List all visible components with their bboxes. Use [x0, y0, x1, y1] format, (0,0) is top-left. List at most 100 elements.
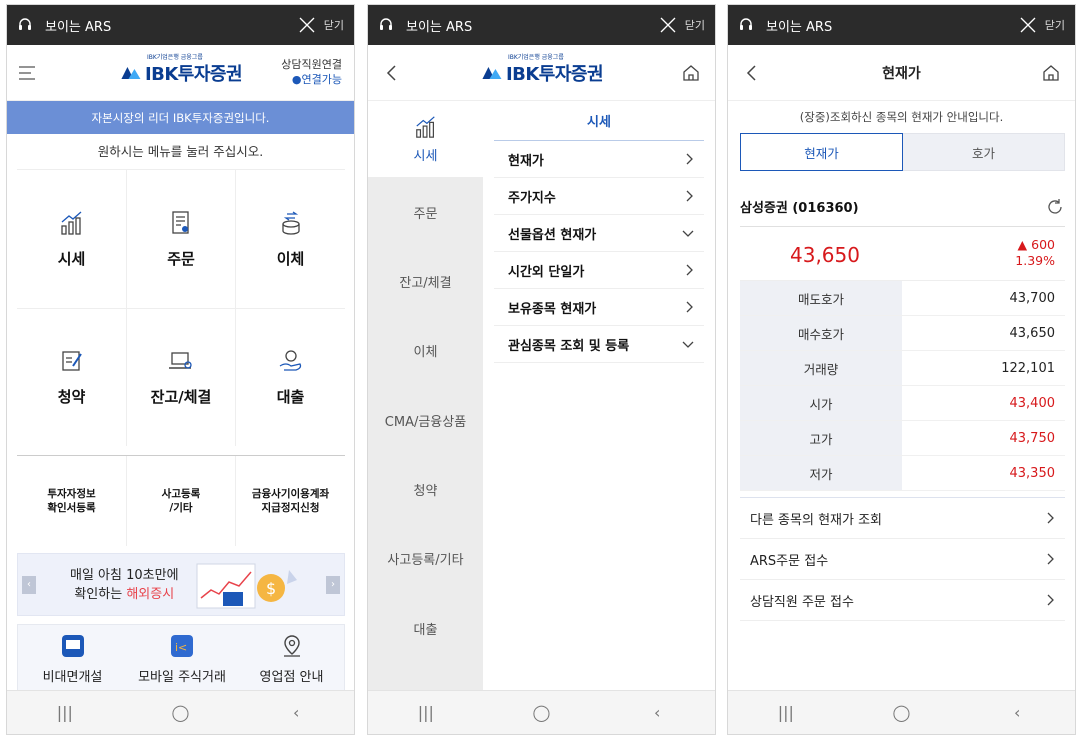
- back-nav-icon[interactable]: ‹: [266, 703, 326, 722]
- menu-order[interactable]: 주문: [127, 170, 236, 308]
- quote-value: 43,700: [1009, 290, 1056, 306]
- submenu-item[interactable]: 관심종목 조회 및 등록: [494, 326, 704, 363]
- menu-transfer[interactable]: 이체: [236, 170, 345, 308]
- submenu-item[interactable]: 현재가: [494, 141, 704, 178]
- submenu-item-label: 보유종목 현재가: [508, 301, 597, 317]
- consult-connect[interactable]: 상담직원연결 ●연결가능: [281, 57, 342, 87]
- submenu-item[interactable]: 선물옵션 현재가: [494, 215, 704, 252]
- shortcut-mobile-trading[interactable]: i< 모바일 주식거래: [127, 625, 237, 693]
- promo-prev-button[interactable]: ‹: [22, 576, 36, 594]
- menu-quote[interactable]: 시세: [17, 170, 127, 308]
- menu-accident-report[interactable]: 사고등록 /기타: [127, 456, 236, 546]
- quote-label: 거래량: [740, 351, 902, 385]
- sidebar-item-transfer[interactable]: 이체: [368, 315, 483, 385]
- quote-value: 122,101: [1001, 360, 1055, 376]
- shortcut-branch-guide[interactable]: 영업점 안내: [237, 625, 346, 693]
- home-button-icon[interactable]: ◯: [871, 703, 931, 722]
- menu-label: 대출: [276, 388, 305, 406]
- phone-screen-main-menu: 보이는 ARS 닫기 IBK기업은행 금융그룹 IBK투자증권 상담직원연결 ●…: [6, 4, 355, 735]
- sidebar-item-cma[interactable]: CMA/금융상품: [368, 385, 483, 455]
- ibk-logo: IBK기업은행 금융그룹 IBK투자증권: [119, 54, 243, 86]
- recent-apps-icon[interactable]: |||: [35, 703, 95, 722]
- home-icon[interactable]: [1041, 63, 1061, 83]
- system-navbar: ||| ◯ ‹: [728, 690, 1075, 734]
- close-button[interactable]: 닫기: [1045, 17, 1065, 33]
- coins-transfer-icon: [281, 210, 300, 235]
- link-agent-order[interactable]: 상담직원 주문 접수: [740, 580, 1065, 621]
- chevron-right-icon: [686, 153, 693, 165]
- submenu-item-label: 시간외 단일가: [508, 264, 585, 280]
- sidebar-item-order[interactable]: 주문: [368, 177, 483, 247]
- quote-row: 매수호가 43,650: [740, 316, 1065, 351]
- home-icon[interactable]: [681, 63, 701, 83]
- menu-balance[interactable]: 잔고/체결: [127, 309, 236, 446]
- shortcut-open-account[interactable]: 비대면개설: [18, 625, 127, 693]
- logo-name: IBK투자증권: [144, 63, 243, 85]
- close-icon[interactable]: [1019, 16, 1037, 34]
- system-navbar: ||| ◯ ‹: [368, 690, 715, 734]
- page-title: 현재가: [882, 65, 921, 82]
- menu-investor-info[interactable]: 투자자정보 확인서등록: [17, 456, 127, 546]
- link-label: ARS주문 접수: [750, 553, 829, 569]
- back-arrow-icon[interactable]: [384, 64, 398, 82]
- back-nav-icon[interactable]: ‹: [627, 703, 687, 722]
- hand-coin-icon: [279, 350, 301, 371]
- shortcut-label: 영업점 안내: [259, 669, 324, 685]
- consult-title: 상담직원연결: [281, 58, 342, 71]
- status-dot-icon: ●: [291, 73, 302, 86]
- ars-title: 보이는 ARS: [406, 19, 473, 35]
- chevron-right-icon: [686, 301, 693, 313]
- menu-loan[interactable]: 대출: [236, 309, 345, 446]
- close-icon[interactable]: [659, 16, 677, 34]
- submenu-item[interactable]: 보유종목 현재가: [494, 289, 704, 326]
- submenu-item-label: 관심종목 조회 및 등록: [508, 338, 630, 354]
- svg-text:$: $: [266, 579, 276, 598]
- promo-next-button[interactable]: ›: [326, 576, 340, 594]
- chevron-right-icon: [686, 264, 693, 276]
- menu-subscription[interactable]: 청약: [17, 309, 127, 446]
- submenu-item[interactable]: 주가지수: [494, 178, 704, 215]
- home-button-icon[interactable]: ◯: [511, 703, 571, 722]
- app-header: IBK기업은행 금융그룹 IBK투자증권 상담직원연결 ●연결가능: [7, 45, 354, 101]
- quote-row: 고가 43,750: [740, 421, 1065, 456]
- logo-subtitle: IBK기업은행 금융그룹: [146, 53, 203, 61]
- menu-label: 청약: [57, 388, 86, 406]
- sidebar-item-balance[interactable]: 잔고/체결: [368, 246, 483, 316]
- sidebar-item-subscription[interactable]: 청약: [368, 454, 483, 524]
- hamburger-menu-icon[interactable]: [19, 65, 35, 80]
- sidebar-item-loan[interactable]: 대출: [368, 593, 483, 663]
- link-other-stock[interactable]: 다른 종목의 현재가 조회: [740, 498, 1065, 539]
- ibk-logo-mark: [120, 66, 140, 79]
- sidebar-item-quote[interactable]: 시세: [368, 101, 483, 177]
- submenu-item[interactable]: 시간외 단일가: [494, 252, 704, 289]
- close-button[interactable]: 닫기: [324, 17, 344, 33]
- quote-label: 매도호가: [740, 281, 902, 315]
- promo-highlight: 해외증시: [126, 587, 175, 602]
- refresh-icon[interactable]: [1045, 197, 1065, 217]
- quote-value: 43,400: [1009, 395, 1056, 411]
- quote-value: 43,650: [1009, 325, 1056, 341]
- quote-row: 거래량 122,101: [740, 351, 1065, 386]
- phone-screen-current-price: 보이는 ARS 닫기 현재가 (장중)조회하신 종목의 현재가 안내입니다. 현…: [727, 4, 1076, 735]
- bottom-shortcuts: 비대면개설 i< 모바일 주식거래 영업점 안내: [17, 624, 345, 692]
- tab-order-book[interactable]: 호가: [903, 133, 1065, 171]
- consult-status: 연결가능: [301, 73, 342, 86]
- banner: 자본시장의 리더 IBK투자증권입니다.: [7, 101, 354, 134]
- link-ars-order[interactable]: ARS주문 접수: [740, 539, 1065, 580]
- promo-banner[interactable]: ‹ 매일 아침 10초만에 확인하는 해외증시 $ ›: [17, 553, 345, 616]
- back-nav-icon[interactable]: ‹: [987, 703, 1047, 722]
- menu-label: 주문: [167, 249, 195, 268]
- recent-apps-icon[interactable]: |||: [756, 703, 816, 722]
- location-pin-icon: [283, 634, 300, 657]
- sidebar-item-accident[interactable]: 사고등록/기타: [368, 523, 483, 593]
- tab-current-price[interactable]: 현재가: [740, 133, 903, 171]
- menu-fraud-stop[interactable]: 금융사기이용계좌 지급정지신청: [236, 456, 345, 546]
- close-icon[interactable]: [298, 16, 316, 34]
- home-button-icon[interactable]: ◯: [150, 703, 210, 722]
- close-button[interactable]: 닫기: [685, 17, 705, 33]
- promo-line2-prefix: 확인하는: [74, 587, 123, 602]
- recent-apps-icon[interactable]: |||: [396, 703, 456, 722]
- app-header: IBK기업은행 금융그룹 IBK투자증권: [368, 45, 715, 101]
- quote-value: 43,750: [1009, 430, 1056, 446]
- change-percent: 1.39%: [1015, 253, 1055, 268]
